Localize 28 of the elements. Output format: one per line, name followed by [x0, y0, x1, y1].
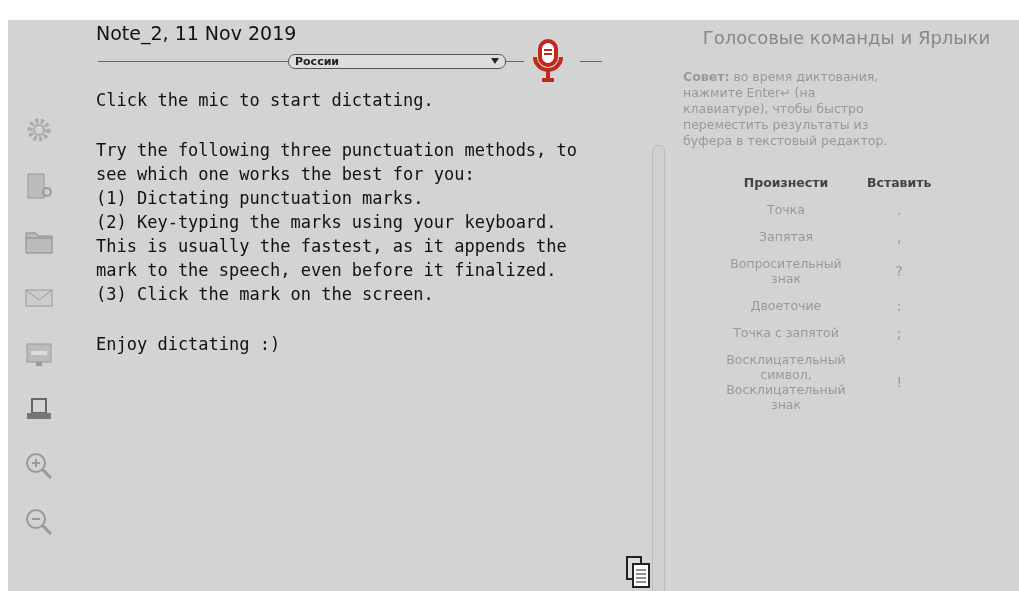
paste-icon[interactable] [625, 555, 651, 589]
editor-paragraph: Enjoy dictating :) [96, 333, 282, 356]
punctuation-mark[interactable]: : [859, 292, 940, 319]
editor-paragraph: Try the following three punctuation methods, to see which one works the best for you: (1) Dictating punctuation marks. (2) Key-typing the marks using your keyboard. This is usually the fastest, as it appends the mark to the speech, even before it finalized. (3) Click the mark on the screen. [96, 139, 579, 306]
caret-icon [491, 58, 499, 64]
command-phrase: Точка [766, 201, 806, 219]
panel-title: Голосовые команды и Ярлыки [701, 26, 992, 50]
punctuation-mark[interactable]: ! [859, 346, 940, 418]
column-header: Вставить [866, 174, 933, 192]
command-phrase: Точка с запятой [732, 324, 840, 342]
zoom-in-icon[interactable] [24, 451, 54, 481]
command-phrase: Вопросительный знак [729, 255, 843, 288]
punctuation-mark[interactable]: , [859, 223, 940, 250]
microphone-icon[interactable] [532, 39, 564, 83]
punctuation-mark[interactable]: ; [859, 319, 940, 346]
document-icon[interactable] [24, 171, 54, 201]
command-phrase: Запятая [758, 228, 814, 246]
language-dropdown[interactable]: России [288, 53, 506, 69]
zoom-out-icon[interactable] [24, 507, 54, 537]
scrollbar[interactable] [652, 145, 665, 591]
tip-text: Совет: во время диктования, нажмите Enter↵ (на клавиатуре), чтобы быстро переместить результаты из буфера в текстовый редактор. [683, 69, 889, 149]
command-phrase: Двоеточие [749, 297, 823, 315]
punctuation-mark[interactable]: ? [859, 250, 940, 292]
column-header: Произнести [742, 174, 830, 192]
note-title: Note_2, 11 Nov 2019 [96, 22, 298, 46]
editor-paragraph: Click the mic to start dictating. [96, 89, 435, 112]
command-phrase: Восклицательный символ, Восклицательный знак [725, 351, 847, 414]
punctuation-mark[interactable]: . [859, 196, 940, 223]
